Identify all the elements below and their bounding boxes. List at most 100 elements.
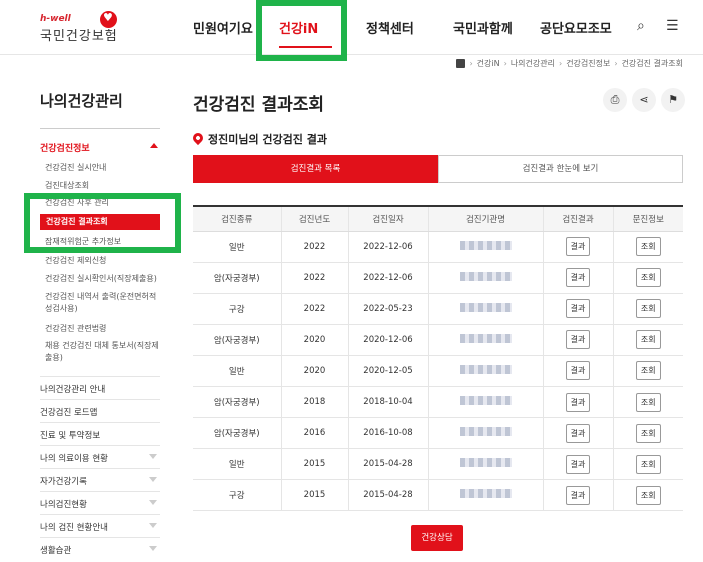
table-cell: 조회 — [612, 386, 683, 419]
bookmark-icon[interactable]: ⚑ — [661, 88, 685, 112]
redacted-institution — [459, 396, 512, 406]
breadcrumb-separator: › — [503, 59, 507, 68]
tab-result-overview[interactable]: 검진결과 한눈에 보기 — [438, 155, 683, 183]
sidebar-main-item[interactable]: 자가건강기록 — [40, 468, 160, 491]
sidebar-sub-item[interactable]: 건강검진 실시확인서(직장제출용) — [45, 273, 163, 285]
breadcrumb-separator: › — [558, 59, 563, 68]
table-cell: 결과 — [542, 417, 613, 450]
sidebar-main-item[interactable]: 나의 의료이용 현황 — [40, 445, 160, 468]
table-cell: 2015-04-28 — [347, 448, 428, 481]
table-cell: 결과 — [542, 231, 613, 263]
sidebar-main-item[interactable]: 나의건강관리 안내 — [40, 376, 160, 399]
interview-view-button[interactable]: 조회 — [635, 423, 661, 443]
result-button[interactable]: 결과 — [565, 361, 591, 381]
result-button[interactable]: 결과 — [565, 299, 591, 319]
table-cell: 조회 — [612, 231, 683, 263]
institution-cell — [427, 448, 543, 481]
table-cell: 암(자궁경부) — [193, 417, 281, 450]
sidebar-main-item[interactable]: 생활습관 — [40, 537, 160, 560]
location-pin-icon — [190, 130, 206, 146]
sidebar-main-label: 건강검진 로드맵 — [40, 408, 98, 418]
table-cell: 2022 — [280, 262, 348, 294]
menu-icon[interactable]: ☰ — [666, 18, 679, 34]
interview-view-button[interactable]: 조회 — [635, 392, 661, 412]
table-cell: 2018-10-04 — [347, 386, 428, 419]
interview-view-button[interactable]: 조회 — [635, 268, 661, 288]
interview-view-button[interactable]: 조회 — [635, 237, 661, 257]
institution-cell — [427, 479, 543, 512]
chevron-down-icon — [149, 523, 157, 528]
sidebar-main-label: 나의건강관리 안내 — [40, 385, 106, 395]
print-icon[interactable]: ⎙ — [603, 88, 627, 112]
search-icon[interactable]: ⌕ — [637, 18, 645, 34]
result-button[interactable]: 결과 — [565, 454, 591, 474]
nav-item-together[interactable]: 국민과함께 — [453, 18, 513, 37]
table-cell: 조회 — [612, 417, 683, 450]
result-button[interactable]: 결과 — [565, 268, 591, 288]
sidebar-sub-item[interactable]: 건강검진 실시안내 — [45, 162, 163, 174]
column-header: 검진결과 — [542, 205, 613, 232]
nav-item-civil[interactable]: 민원여기요 — [193, 18, 253, 37]
breadcrumb-item[interactable]: 건강iN — [477, 58, 500, 69]
tab-result-list[interactable]: 검진결과 목록 — [193, 155, 438, 183]
share-icon[interactable]: ⋖ — [632, 88, 656, 112]
breadcrumb-item[interactable]: 나의건강관리 — [511, 58, 555, 69]
consult-button[interactable]: 건강상담 — [411, 525, 463, 551]
sidebar-sub-item[interactable]: 검진대상조회 — [45, 180, 163, 192]
sidebar-category-label: 건강검진정보 — [40, 144, 90, 154]
sidebar-category[interactable]: 건강검진정보 — [40, 141, 160, 154]
sidebar-main-item[interactable]: 건강검진 로드맵 — [40, 399, 160, 422]
sidebar-sub-item[interactable]: 채용 건강검진 대체 통보서(직장제출용) — [45, 340, 163, 364]
table-cell: 일반 — [193, 448, 281, 481]
heart-logo-icon — [100, 11, 117, 28]
table-cell: 조회 — [612, 355, 683, 387]
sidebar-main-item[interactable]: 나의검진현황 — [40, 491, 160, 514]
institution-cell — [427, 417, 543, 450]
interview-view-button[interactable]: 조회 — [635, 299, 661, 319]
breadcrumb-item-current: 건강검진 결과조회 — [621, 59, 683, 68]
interview-view-button[interactable]: 조회 — [635, 485, 661, 505]
result-button[interactable]: 결과 — [565, 485, 591, 505]
interview-view-button[interactable]: 조회 — [635, 330, 661, 350]
breadcrumb-separator: › — [469, 59, 473, 68]
redacted-institution — [459, 333, 512, 343]
result-button[interactable]: 결과 — [565, 330, 591, 350]
table-cell: 2018 — [280, 386, 348, 419]
interview-view-button[interactable]: 조회 — [635, 454, 661, 474]
breadcrumb-item[interactable]: 건강검진정보 — [566, 58, 610, 69]
table-cell: 결과 — [542, 324, 613, 356]
chevron-down-icon — [149, 477, 157, 482]
table-cell: 2015 — [280, 448, 348, 481]
institution-cell — [427, 262, 543, 294]
table-cell: 결과 — [542, 448, 613, 481]
section-heading: 정진미님의 건강검진 결과 — [208, 133, 327, 146]
breadcrumb-separator: › — [614, 59, 618, 68]
home-icon[interactable] — [456, 59, 466, 68]
table-cell: 2022-05-23 — [347, 293, 428, 325]
result-button[interactable]: 결과 — [565, 237, 591, 257]
table-row: 일반 2020 2020-12-05 결과 조회 — [193, 355, 683, 387]
table-row: 일반 2022 2022-12-06 결과 조회 — [193, 231, 683, 263]
result-button[interactable]: 결과 — [565, 423, 591, 443]
sidebar-sub-item[interactable]: 건강검진 제외신청 — [45, 255, 163, 267]
chevron-down-icon — [149, 500, 157, 505]
interview-view-button[interactable]: 조회 — [635, 361, 661, 381]
table-cell: 2022-12-06 — [347, 231, 428, 263]
nav-item-policy[interactable]: 정책센터 — [366, 18, 414, 37]
table-row: 암(자궁경부) 2018 2018-10-04 결과 조회 — [193, 386, 683, 419]
table-row: 구강 2022 2022-05-23 결과 조회 — [193, 293, 683, 325]
sidebar-main-item[interactable]: 나의 검진 현황안내 — [40, 514, 160, 537]
result-button[interactable]: 결과 — [565, 392, 591, 412]
sidebar-main-item[interactable]: 진료 및 투약정보 — [40, 422, 160, 445]
sidebar-sub-item[interactable]: 건강검진 내역서 출력(운전면허적성검사용) — [45, 291, 163, 315]
table-cell: 2015-04-28 — [347, 479, 428, 512]
table-cell: 결과 — [542, 479, 613, 512]
table-cell: 2020-12-06 — [347, 324, 428, 356]
highlight-box-nav — [256, 0, 347, 61]
sidebar-sub-item[interactable]: 건강검진 관련법령 — [45, 323, 163, 335]
table-row: 구강 2015 2015-04-28 결과 조회 — [193, 479, 683, 512]
table-row: 일반 2015 2015-04-28 결과 조회 — [193, 448, 683, 481]
table-cell: 조회 — [612, 324, 683, 356]
institution-cell — [427, 293, 543, 325]
nav-item-about[interactable]: 공단요모조모 — [540, 18, 612, 37]
